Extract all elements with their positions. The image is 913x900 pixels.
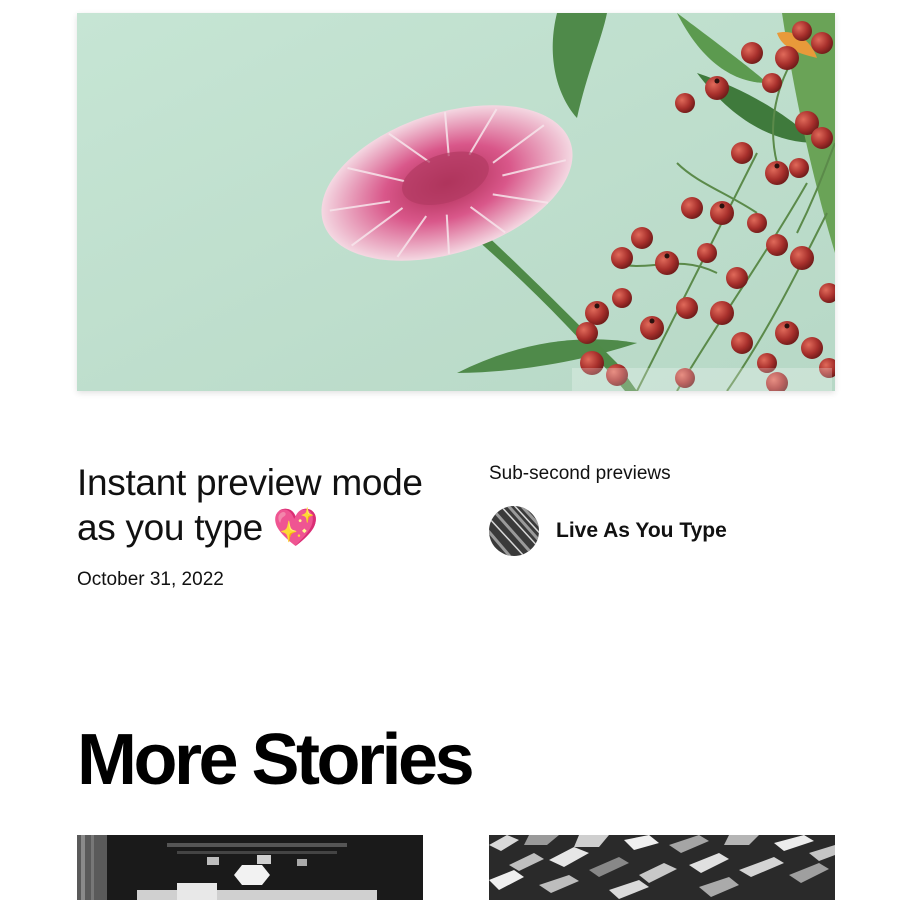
avatar (489, 506, 539, 556)
post-title[interactable]: Instant preview mode as you type 💖 (77, 460, 457, 550)
author-name: Live As You Type (556, 519, 727, 542)
flower-photo (77, 13, 835, 391)
hero-cover-image[interactable] (77, 13, 835, 391)
page: Instant preview mode as you type 💖 Octob… (0, 0, 913, 900)
more-stories-heading: More Stories (77, 720, 475, 800)
story-card-image-studio[interactable] (77, 835, 423, 900)
post-date: October 31, 2022 (77, 569, 224, 590)
author-block: Live As You Type (489, 506, 727, 556)
post-excerpt: Sub-second previews (489, 463, 671, 484)
story-card-image-building[interactable] (489, 835, 835, 900)
